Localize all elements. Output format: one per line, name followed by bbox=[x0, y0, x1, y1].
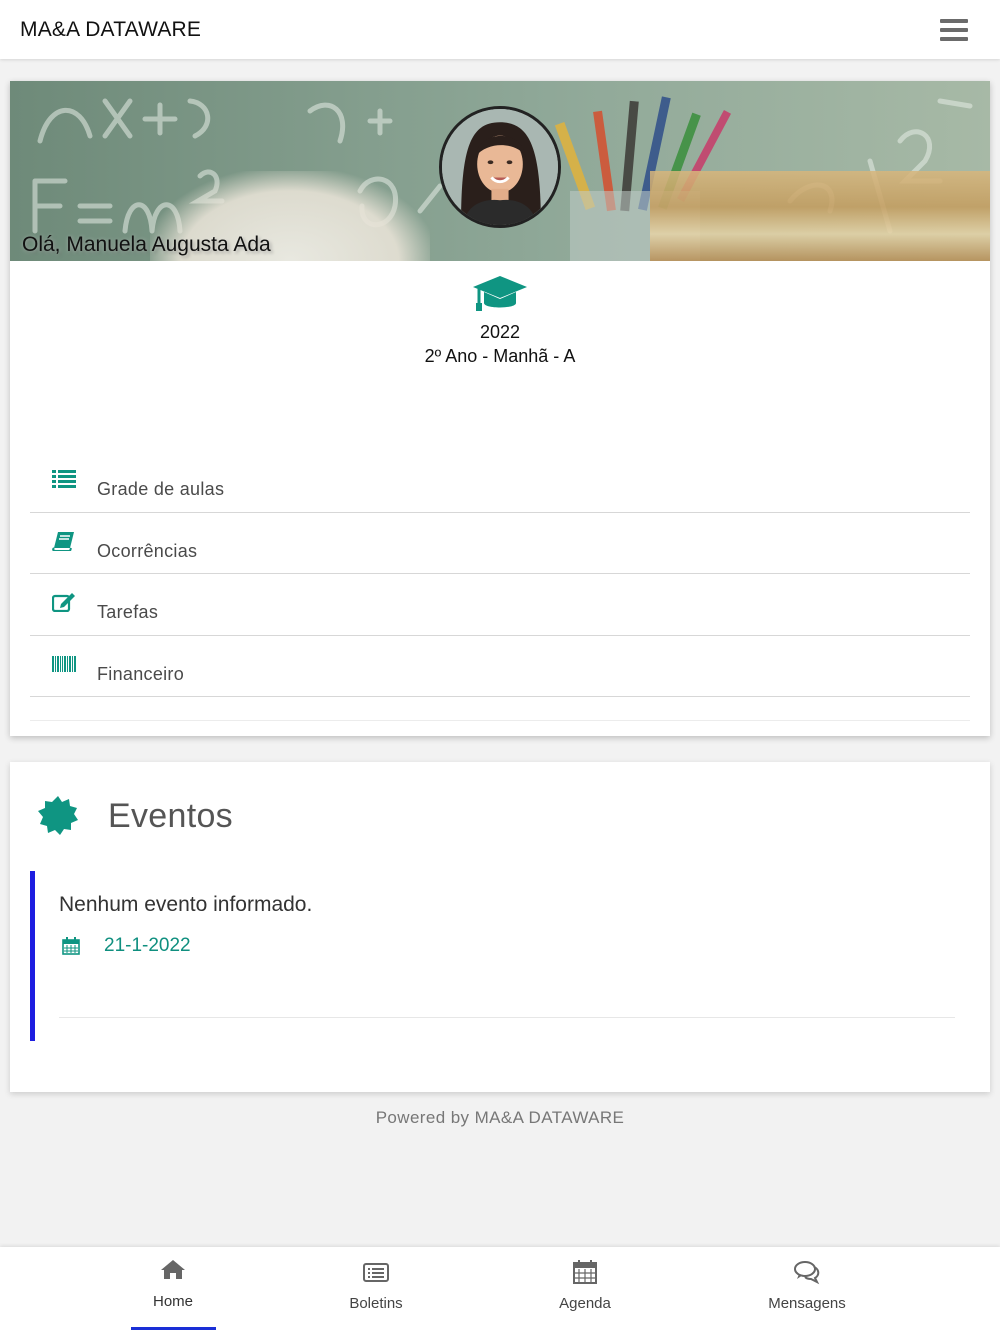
menu-item-label: Ocorrências bbox=[97, 540, 198, 561]
profile-photo bbox=[442, 109, 558, 225]
nav-label: Mensagens bbox=[768, 1295, 846, 1312]
graduation-cap-icon bbox=[473, 276, 527, 311]
nav-label: Agenda bbox=[559, 1295, 611, 1312]
events-header: Eventos bbox=[38, 796, 233, 836]
top-bar: MA&A DATAWARE bbox=[0, 0, 1000, 59]
home-icon bbox=[161, 1260, 185, 1279]
nav-agenda[interactable]: Agenda bbox=[535, 1247, 635, 1334]
nav-boletins[interactable]: Boletins bbox=[326, 1247, 426, 1334]
nav-label: Home bbox=[152, 1293, 193, 1310]
nav-label: Boletins bbox=[349, 1295, 403, 1312]
menu-item-label: Tarefas bbox=[97, 602, 159, 622]
profile-card: Olá, Manuela Augusta Ada 2022 2º Ano - M… bbox=[10, 81, 990, 736]
menu-divider bbox=[30, 697, 970, 721]
avatar[interactable] bbox=[439, 106, 561, 228]
brand-title: MA&A DATAWARE bbox=[20, 17, 202, 41]
list-alt-icon bbox=[363, 1263, 389, 1282]
event-divider bbox=[59, 1017, 955, 1018]
menu-item-tarefas[interactable]: Tarefas bbox=[30, 574, 970, 636]
nav-home[interactable]: Home bbox=[123, 1247, 223, 1334]
barcode-icon bbox=[52, 655, 76, 672]
menu-item-financeiro[interactable]: Financeiro bbox=[30, 636, 970, 697]
calendar-icon bbox=[62, 937, 80, 955]
event-text: Nenhum evento informado. bbox=[59, 893, 313, 916]
powered-by-footer: Powered by MA&A DATAWARE bbox=[375, 1108, 625, 1127]
menu-list: Grade de aulas Ocorrências Tarefas Finan… bbox=[30, 451, 970, 721]
events-card: Eventos Nenhum evento informado. 21-1-20… bbox=[10, 762, 990, 1092]
class-info: 2022 2º Ano - Manhã - A bbox=[10, 274, 990, 369]
school-year: 2022 bbox=[479, 322, 521, 342]
edit-icon bbox=[52, 593, 75, 613]
hamburger-menu-icon[interactable] bbox=[940, 18, 968, 41]
nav-mensagens[interactable]: Mensagens bbox=[752, 1247, 862, 1334]
menu-item-ocorrencias[interactable]: Ocorrências bbox=[30, 513, 970, 574]
calendar-icon bbox=[573, 1260, 597, 1284]
certificate-star-icon bbox=[38, 796, 78, 835]
event-date[interactable]: 21-1-2022 bbox=[62, 935, 191, 957]
bottom-navigation: Home Boletins Agenda Mensagens bbox=[0, 1247, 1000, 1334]
nav-active-indicator bbox=[131, 1327, 216, 1330]
greeting-text: Olá, Manuela Augusta Ada bbox=[22, 233, 271, 256]
comments-icon bbox=[794, 1261, 820, 1285]
profile-banner: Olá, Manuela Augusta Ada bbox=[10, 81, 990, 261]
menu-item-grade-de-aulas[interactable]: Grade de aulas bbox=[30, 451, 970, 513]
list-icon bbox=[52, 470, 76, 489]
class-name: 2º Ano - Manhã - A bbox=[424, 346, 576, 366]
menu-item-label: Grade de aulas bbox=[97, 479, 225, 499]
book-icon bbox=[52, 531, 74, 551]
event-item: Nenhum evento informado. 21-1-2022 bbox=[30, 871, 955, 1041]
event-date-text: 21-1-2022 bbox=[104, 935, 191, 956]
menu-item-label: Financeiro bbox=[97, 663, 185, 684]
events-title: Eventos bbox=[108, 796, 233, 835]
